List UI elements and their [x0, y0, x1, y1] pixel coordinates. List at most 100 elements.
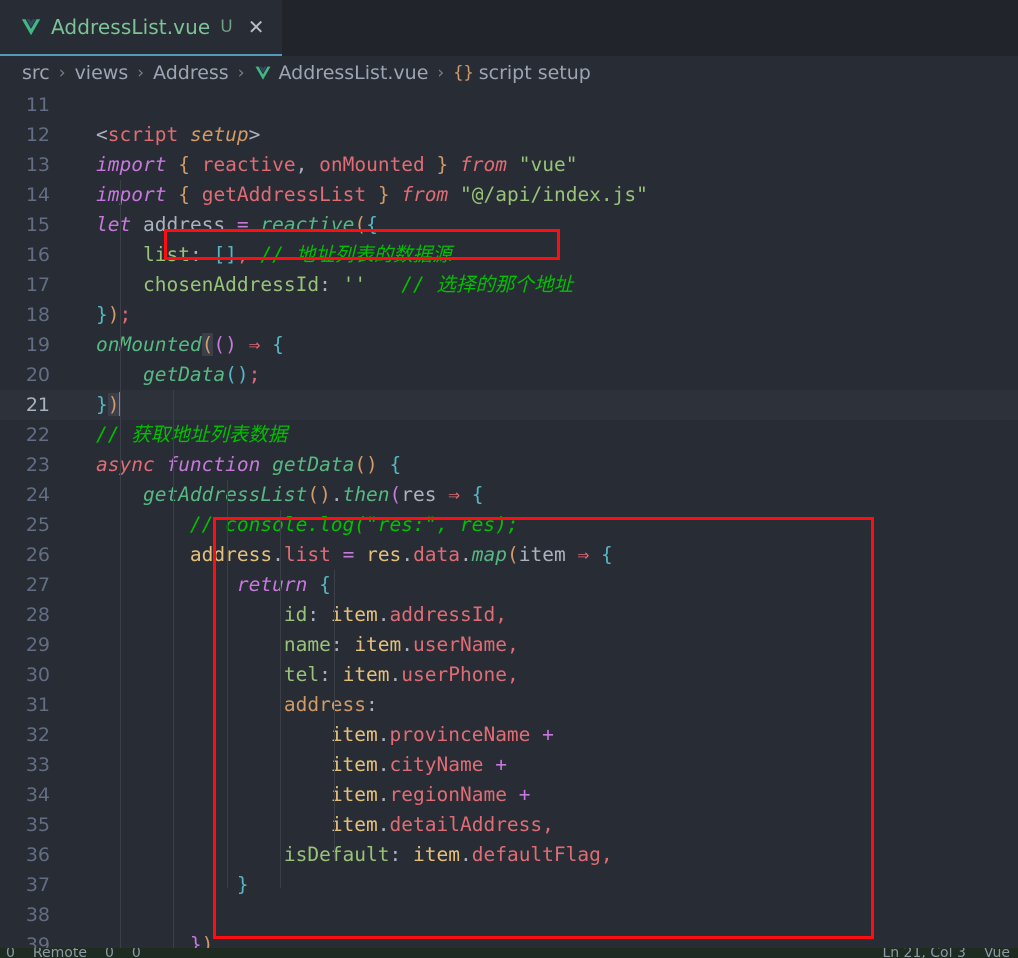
line-content: name: item.userName, [283, 633, 519, 656]
line-content: isDefault: item.defaultFlag, [283, 843, 613, 866]
status-warnings[interactable]: 0 [132, 948, 141, 958]
status-cursor-position[interactable]: Ln 21, Col 3 [882, 948, 965, 958]
line-number: 22 [25, 424, 50, 446]
code-line[interactable]: 25 // console.log("res:", res); [0, 510, 1018, 540]
line-number: 17 [25, 274, 50, 296]
line-number: 37 [25, 874, 50, 896]
code-line[interactable]: 20 getData(); [0, 360, 1018, 390]
code-line-active[interactable]: 21 }) [0, 390, 1018, 420]
line-number: 25 [25, 514, 50, 536]
indent-guide [120, 180, 121, 948]
code-line[interactable]: 18 }); [0, 300, 1018, 330]
code-line[interactable]: 27 return { [0, 570, 1018, 600]
code-line[interactable]: 33 item.cityName + [0, 750, 1018, 780]
editor-tab-bar: AddressList.vue U ✕ [0, 0, 1018, 56]
breadcrumb-separator-icon: › [237, 63, 245, 83]
code-line[interactable]: 38 [0, 900, 1018, 930]
code-line[interactable]: 31 address: [0, 690, 1018, 720]
line-number: 11 [25, 94, 50, 116]
code-line[interactable]: 13 import { reactive, onMounted } from "… [0, 150, 1018, 180]
breadcrumb-separator-icon: › [137, 63, 145, 83]
breadcrumb-item-addresslist-vue[interactable]: AddressList.vue [254, 62, 429, 84]
line-content: item.provinceName + [330, 723, 554, 746]
line-number: 14 [25, 184, 50, 206]
code-line[interactable]: 35 item.detailAddress, [0, 810, 1018, 840]
code-line[interactable]: 34 item.regionName + [0, 780, 1018, 810]
line-number: 29 [25, 634, 50, 656]
indent-guide [227, 480, 228, 888]
code-line[interactable]: 24 getAddressList().then(res ⇒ { [0, 480, 1018, 510]
line-number: 15 [25, 214, 50, 236]
code-line[interactable]: 17 chosenAddressId: '' // 选择的那个地址 [0, 270, 1018, 300]
code-line[interactable]: 30 tel: item.userPhone, [0, 660, 1018, 690]
line-content: <script setup> [96, 123, 261, 146]
code-line[interactable]: 11 [0, 90, 1018, 120]
line-number: 32 [25, 724, 50, 746]
code-line[interactable]: 28 id: item.addressId, [0, 600, 1018, 630]
code-line[interactable]: 14 import { getAddressList } from "@/api… [0, 180, 1018, 210]
line-content: }) [96, 392, 121, 416]
line-content: return { [236, 573, 331, 596]
breadcrumb-item-src[interactable]: src [22, 62, 50, 84]
line-number: 35 [25, 814, 50, 836]
code-line[interactable]: 19 onMounted(() ⇒ { [0, 330, 1018, 360]
line-content: item.regionName + [330, 783, 531, 806]
editor-tab-unsaved-badge: U [220, 17, 233, 37]
status-errors[interactable]: 0 [105, 948, 114, 958]
status-bar-right: Ln 21, Col 3 Vue [882, 948, 1018, 958]
line-content: onMounted(() ⇒ { [96, 333, 284, 356]
code-line[interactable]: 22 // 获取地址列表数据 [0, 420, 1018, 450]
line-content: // 获取地址列表数据 [96, 423, 288, 446]
breadcrumb-symbol-label: script setup [478, 62, 591, 84]
line-number: 26 [25, 544, 50, 566]
code-line[interactable]: 12 <script setup> [0, 120, 1018, 150]
breadcrumb-separator-icon: › [58, 63, 66, 83]
line-content: }) [189, 933, 214, 948]
code-line[interactable]: 32 item.provinceName + [0, 720, 1018, 750]
line-number: 34 [25, 784, 50, 806]
line-content: tel: item.userPhone, [283, 663, 519, 686]
line-number: 38 [25, 904, 50, 926]
code-line[interactable]: 36 isDefault: item.defaultFlag, [0, 840, 1018, 870]
code-line[interactable]: 15 let address = reactive({ [0, 210, 1018, 240]
line-number: 33 [25, 754, 50, 776]
line-content: // console.log("res:", res); [189, 513, 519, 536]
status-remote[interactable]: Remote [33, 948, 87, 958]
line-number: 20 [25, 364, 50, 386]
line-content: item.cityName + [330, 753, 507, 776]
braces-symbol-icon: {} [453, 63, 474, 83]
editor-tab-addresslist-vue[interactable]: AddressList.vue U ✕ [0, 0, 282, 56]
close-icon[interactable]: ✕ [248, 17, 265, 37]
breadcrumb-item-script-setup[interactable]: {} script setup [453, 62, 591, 84]
indent-guide [280, 510, 281, 888]
line-content: address: [283, 693, 378, 716]
breadcrumb-item-address[interactable]: Address [153, 62, 229, 84]
breadcrumb-item-views[interactable]: views [75, 62, 129, 84]
code-line[interactable]: 29 name: item.userName, [0, 630, 1018, 660]
line-number: 18 [25, 304, 50, 326]
code-line[interactable]: 23 async function getData() { [0, 450, 1018, 480]
code-line[interactable]: 26 address.list = res.data.map(item ⇒ { [0, 540, 1018, 570]
line-number: 23 [25, 454, 50, 476]
breadcrumb: src › views › Address › AddressList.vue … [0, 56, 1018, 90]
line-content: }); [96, 303, 132, 326]
editor-tab-label: AddressList.vue [51, 15, 211, 39]
line-number: 16 [25, 244, 50, 266]
line-number: 28 [25, 604, 50, 626]
line-number: 39 [25, 934, 50, 948]
code-editor[interactable]: 11 12 <script setup> 13 import { reactiv… [0, 90, 1018, 948]
line-number: 30 [25, 664, 50, 686]
vue-file-icon [20, 16, 42, 38]
status-problems[interactable]: 0 [6, 948, 15, 958]
line-content: getData(); [142, 363, 261, 386]
line-number: 27 [25, 574, 50, 596]
code-line[interactable]: 39 }) [0, 930, 1018, 948]
line-content: list: [], // 地址列表的数据源 [142, 243, 452, 266]
indent-guide [334, 570, 335, 858]
line-number: 31 [25, 694, 50, 716]
code-line[interactable]: 16 list: [], // 地址列表的数据源 [0, 240, 1018, 270]
code-line[interactable]: 37 } [0, 870, 1018, 900]
status-language-mode[interactable]: Vue [984, 948, 1010, 958]
breadcrumb-file-label: AddressList.vue [278, 62, 429, 84]
line-content: async function getData() { [96, 453, 402, 476]
